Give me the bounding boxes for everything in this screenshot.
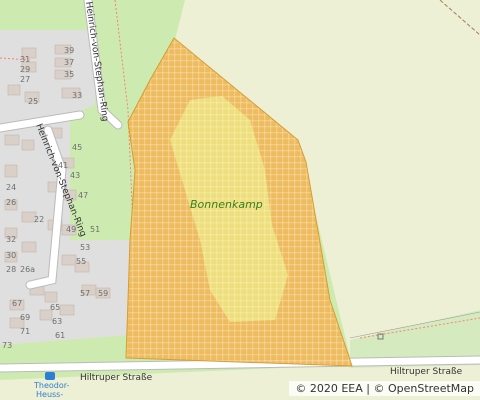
- house-number: 61: [55, 331, 65, 340]
- house-number: 69: [20, 313, 30, 322]
- house-number: 31: [20, 55, 30, 64]
- house-number: 37: [64, 58, 74, 67]
- house-number: 24: [6, 183, 16, 192]
- house-number: 47: [78, 191, 88, 200]
- attribution-osm-link[interactable]: © OpenStreetMap: [373, 382, 474, 395]
- house-number: 65: [50, 303, 60, 312]
- house-number: 55: [76, 257, 86, 266]
- street-label-main-right: Hiltruper Straße: [390, 367, 463, 377]
- house-number: 71: [20, 327, 30, 336]
- house-number: 26a: [20, 265, 35, 274]
- house-number: 29: [20, 65, 30, 74]
- house-number: 25: [28, 97, 38, 106]
- house-number: 27: [20, 75, 30, 84]
- house-number: 22: [34, 215, 44, 224]
- house-number: 57: [80, 289, 90, 298]
- house-number: 39: [64, 46, 74, 55]
- house-number: 43: [70, 171, 80, 180]
- house-number: 63: [52, 317, 62, 326]
- house-number: 59: [98, 289, 108, 298]
- house-number: 45: [72, 143, 82, 152]
- attribution-separator: |: [362, 382, 374, 395]
- bus-stop-label-line2: Heuss-: [36, 390, 63, 399]
- street-label-main-left: Hiltruper Straße: [80, 373, 153, 383]
- attribution-copyright: © 2020 EEA: [295, 382, 363, 395]
- area-label[interactable]: Bonnenkamp: [190, 198, 263, 211]
- house-number: 33: [72, 91, 82, 100]
- house-number: 26: [6, 198, 16, 207]
- house-number: 67: [12, 299, 22, 308]
- house-number: 53: [80, 243, 90, 252]
- house-number: 73: [2, 341, 12, 350]
- house-number: 51: [90, 225, 100, 234]
- bus-stop-label-line1: Theodor-: [33, 381, 70, 390]
- bus-stop-icon[interactable]: [45, 372, 55, 380]
- house-number: 32: [6, 235, 16, 244]
- house-number: 30: [6, 251, 16, 260]
- map-attribution: © 2020 EEA | © OpenStreetMap: [289, 381, 480, 396]
- map-canvas[interactable]: 39 37 35 31 29 27 33 25 45 41 43 47 22 2…: [0, 0, 480, 400]
- map-layer: 39 37 35 31 29 27 33 25 45 41 43 47 22 2…: [0, 0, 480, 400]
- house-number: 35: [64, 70, 74, 79]
- house-number: 28: [6, 265, 16, 274]
